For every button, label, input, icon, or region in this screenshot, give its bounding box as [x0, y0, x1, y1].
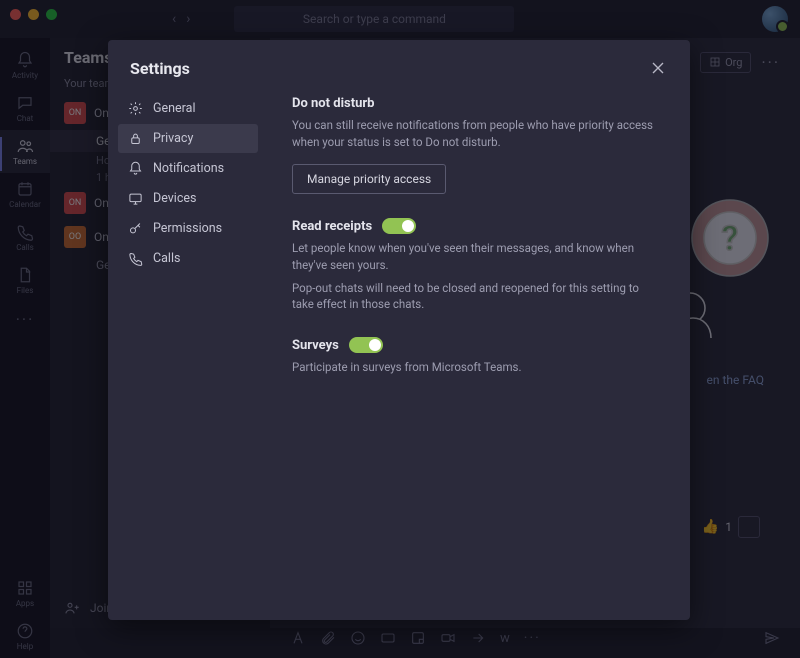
monitor-icon [128, 191, 143, 206]
surveys-title: Surveys [292, 338, 339, 353]
settings-nav-general[interactable]: General [118, 94, 258, 123]
settings-title: Settings [130, 59, 190, 78]
settings-content: Do not disturb You can still receive not… [268, 88, 690, 620]
read-receipts-text-1: Let people know when you've seen their m… [292, 240, 660, 273]
read-receipts-text-2: Pop-out chats will need to be closed and… [292, 280, 660, 313]
key-icon [128, 221, 143, 236]
lock-icon [128, 131, 143, 146]
snav-label: Devices [153, 191, 196, 206]
settings-modal: Settings General Privacy Notifications D… [108, 40, 690, 620]
read-receipts-toggle[interactable] [382, 218, 416, 234]
surveys-text: Participate in surveys from Microsoft Te… [292, 359, 660, 376]
dnd-text: You can still receive notifications from… [292, 117, 660, 150]
snav-label: Privacy [153, 131, 193, 146]
settings-nav: General Privacy Notifications Devices Pe… [108, 88, 268, 620]
manage-priority-button[interactable]: Manage priority access [292, 164, 446, 194]
snav-label: Calls [153, 251, 180, 266]
settings-nav-privacy[interactable]: Privacy [118, 124, 258, 153]
phone-icon [128, 251, 143, 266]
settings-nav-devices[interactable]: Devices [118, 184, 258, 213]
snav-label: General [153, 101, 196, 116]
settings-nav-permissions[interactable]: Permissions [118, 214, 258, 243]
snav-label: Permissions [153, 221, 222, 236]
dnd-title: Do not disturb [292, 96, 660, 111]
surveys-toggle[interactable] [349, 337, 383, 353]
read-receipts-title: Read receipts [292, 219, 372, 234]
bell-icon [128, 161, 143, 176]
settings-nav-notifications[interactable]: Notifications [118, 154, 258, 183]
snav-label: Notifications [153, 161, 224, 176]
gear-icon [128, 101, 143, 116]
settings-nav-calls[interactable]: Calls [118, 244, 258, 273]
close-icon[interactable] [648, 58, 668, 78]
